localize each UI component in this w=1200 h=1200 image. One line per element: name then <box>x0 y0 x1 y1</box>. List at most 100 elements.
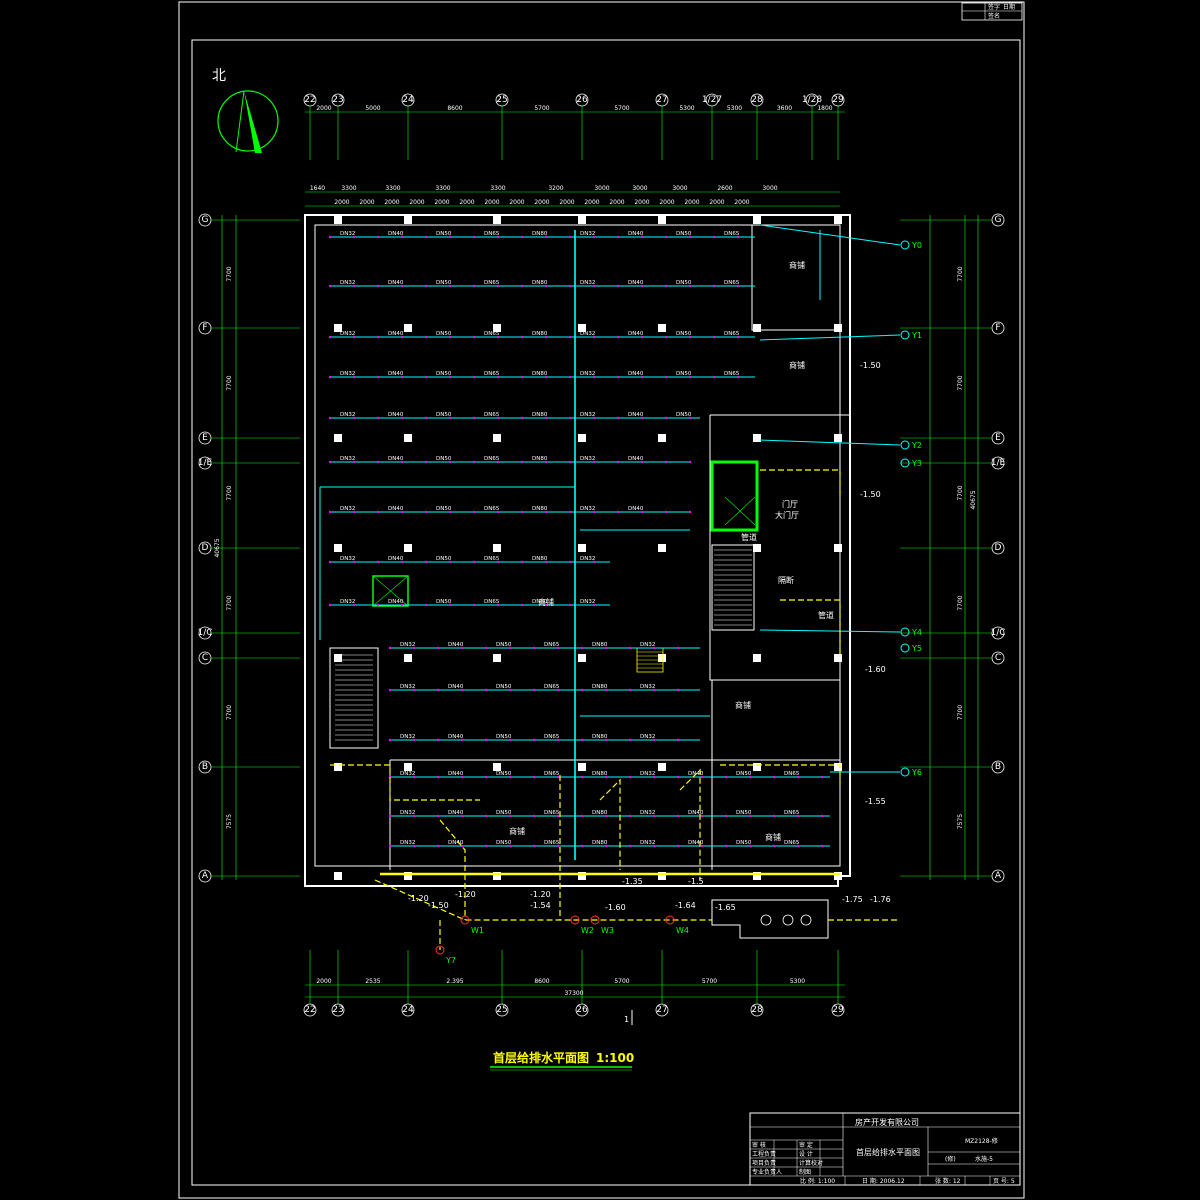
pipe-size-label: DN32 <box>400 734 415 740</box>
pipe-size-label: DN40 <box>448 734 464 740</box>
sprinkler-head <box>436 844 440 848</box>
structural-column <box>834 544 842 552</box>
pipe-size-label: DN80 <box>532 331 548 337</box>
grid-label-top: 24 <box>402 95 414 105</box>
pipe-size-label: DN80 <box>532 556 548 562</box>
sprinkler-head <box>580 646 584 650</box>
dim-text-inner: 2600 <box>717 185 732 192</box>
sprinkler-head <box>616 510 620 514</box>
tb-role-r1: 审 定 <box>799 1141 813 1149</box>
grid-label-row: F <box>202 323 207 333</box>
sprinkler-head <box>376 235 380 239</box>
pipe-size-label: DN80 <box>532 412 548 418</box>
dim-text-sub: 2000 <box>734 199 749 206</box>
pipe-size-label: DN32 <box>580 456 595 462</box>
pipe-size-label: DN32 <box>640 771 655 777</box>
canopy-column <box>782 914 794 926</box>
grid-label-top: 1/28 <box>802 95 822 105</box>
pipe-size-label: DN65 <box>724 331 740 337</box>
tb-sheet-no: 水施-5 <box>975 1155 993 1163</box>
tb-drawing-name: 首层给排水平面图 <box>856 1147 920 1157</box>
room-label: 商铺 <box>509 826 525 836</box>
dim-text-left: 7700 <box>226 266 233 281</box>
structural-column <box>404 324 412 332</box>
grid-label-bottom: 23 <box>332 1005 343 1015</box>
dim-text-right: 7575 <box>957 814 964 829</box>
sprinkler-head <box>328 460 332 464</box>
sprinkler-head <box>712 375 716 379</box>
room-label: 管道 <box>818 610 834 620</box>
pipe-size-label: DN50 <box>676 331 692 337</box>
sprinkler-head <box>424 510 428 514</box>
manhole-label: W3 <box>601 926 614 935</box>
grid-label-row: F <box>995 323 1000 333</box>
sprinkler-head <box>568 284 572 288</box>
pipe-size-label: DN40 <box>688 840 704 846</box>
sprinkler-head <box>472 560 476 564</box>
structural-column <box>493 654 501 662</box>
pipe-size-label: DN65 <box>484 231 500 237</box>
dim-text-sub: 2000 <box>709 199 724 206</box>
structural-column <box>578 216 586 224</box>
sprinkler-head <box>472 460 476 464</box>
pipe-size-label: DN32 <box>580 506 595 512</box>
pipe-size-label: DN50 <box>496 684 512 690</box>
tb-role-3: 项目负责 <box>752 1159 776 1167</box>
dim-text-left: 7700 <box>226 595 233 610</box>
pipe-size-label: DN65 <box>484 412 500 418</box>
outlet-symbol <box>900 627 910 637</box>
tb-scale: 比 例: 1:100 <box>800 1177 835 1185</box>
sprinkler-head <box>532 688 536 692</box>
sprinkler-head <box>772 814 776 818</box>
elevation-label: -1.50 <box>860 361 881 370</box>
dim-text-top: 3600 <box>777 105 792 112</box>
dim-text-sub: 2000 <box>459 199 474 206</box>
elevation-label: -1.50 <box>860 490 881 499</box>
elevation-label: -1.65 <box>715 903 736 912</box>
pipe-size-label: DN80 <box>592 771 608 777</box>
sprinkler-head <box>484 688 488 692</box>
dim-text-right: 7700 <box>957 266 964 281</box>
pipe-size-label: DN50 <box>496 642 512 648</box>
pipe-size-label: DN50 <box>496 771 512 777</box>
pipe-size-label: DN50 <box>496 840 512 846</box>
pipe-size-label: DN40 <box>628 506 644 512</box>
supply-in <box>759 224 901 246</box>
pipe-size-label: DN65 <box>484 371 500 377</box>
sprinkler-head <box>688 510 692 514</box>
sprinkler-head <box>520 510 524 514</box>
dim-text-left-total: 40675 <box>214 538 221 557</box>
pipe-size-label: DN80 <box>532 371 548 377</box>
pipe-size-label: DN32 <box>640 810 655 816</box>
sprinkler-head <box>376 603 380 607</box>
room-label: 隔断 <box>778 575 794 585</box>
structural-column <box>658 654 666 662</box>
tb-sheet-group: (修) <box>945 1155 956 1163</box>
dim-text-left: 7575 <box>226 814 233 829</box>
pipe-size-label: DN50 <box>436 556 452 562</box>
grid-label-row: B <box>995 762 1001 772</box>
pipe-size-label: DN50 <box>436 331 452 337</box>
elevation-label: -1.75 <box>842 895 863 904</box>
tb-role-1: 审 核 <box>752 1141 766 1149</box>
room-label: 门厅 <box>782 499 798 509</box>
dim-text-sub: 2000 <box>559 199 574 206</box>
pipe-size-label: DN50 <box>676 231 692 237</box>
structural-column <box>334 216 342 224</box>
dim-text-inner: 3300 <box>341 185 356 192</box>
title-block: 房产开发有限公司 首层给排水平面图 MZ2128-修 (修) 水施-5 审 核 … <box>749 1112 1021 1186</box>
dim-text-sub: 2000 <box>334 199 349 206</box>
pipe-size-label: DN50 <box>676 412 692 418</box>
sprinkler-head <box>376 375 380 379</box>
structural-column <box>753 216 761 224</box>
sprinkler-head <box>532 814 536 818</box>
dim-text-inner: 3300 <box>490 185 505 192</box>
sprinkler-head <box>628 688 632 692</box>
sprinkler-head <box>676 775 680 779</box>
dim-text-right: 7700 <box>957 705 964 720</box>
supply-in-2 <box>759 334 901 341</box>
pipe-size-label: DN32 <box>340 412 355 418</box>
stair-core-left <box>329 647 379 749</box>
building-walls <box>304 214 851 939</box>
structural-column <box>753 654 761 662</box>
